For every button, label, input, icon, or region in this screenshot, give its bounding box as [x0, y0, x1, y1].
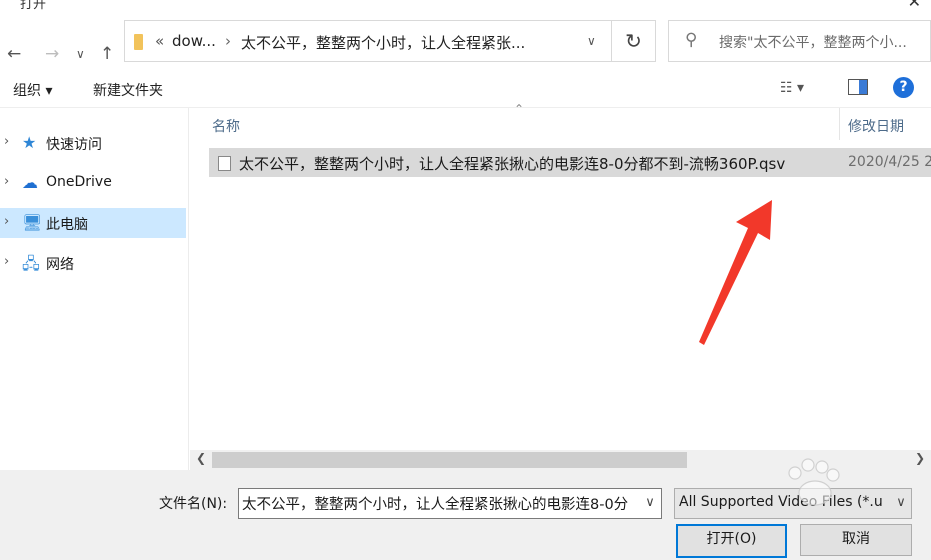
column-header-name[interactable]: 名称: [212, 116, 240, 136]
title-bar: 打开 ✕: [0, 0, 931, 12]
cloud-icon: ☁: [22, 173, 38, 192]
chevron-right-icon[interactable]: ›: [4, 214, 9, 229]
filename-label: 文件名(N):: [159, 496, 228, 512]
breadcrumb-current-folder[interactable]: 太不公平，整整两个小时，让人全程紧张...: [241, 32, 525, 53]
address-bar[interactable]: « dow... › 太不公平，整整两个小时，让人全程紧张... ∨: [124, 20, 612, 62]
file-name[interactable]: 太不公平，整整两个小时，让人全程紧张揪心的电影连8-0分都不到-流畅360P.q…: [239, 153, 785, 174]
close-icon[interactable]: ✕: [908, 0, 921, 11]
sidebar-item-label: 网络: [46, 257, 74, 273]
breadcrumb-separator[interactable]: ›: [225, 32, 231, 50]
network-icon: 🖧: [22, 254, 40, 273]
sidebar-item-onedrive[interactable]: › ☁ OneDrive: [0, 168, 186, 198]
folder-icon: [134, 34, 143, 50]
search-icon: ⚲: [685, 30, 698, 50]
scrollbar-thumb[interactable]: [212, 452, 687, 468]
file-row[interactable]: 太不公平，整整两个小时，让人全程紧张揪心的电影连8-0分都不到-流畅360P.q…: [209, 148, 931, 177]
organize-menu[interactable]: 组织 ▾: [13, 80, 52, 100]
filename-field[interactable]: 太不公平，整整两个小时，让人全程紧张揪心的电影连8-0分 ∨: [238, 488, 662, 519]
preview-pane-icon[interactable]: [848, 79, 868, 95]
sort-ascending-icon: ⌃: [514, 102, 525, 116]
scroll-left-icon[interactable]: ❮: [196, 451, 206, 465]
file-list: ⌃ 名称 修改日期 太不公平，整整两个小时，让人全程紧张揪心的电影连8-0分都不…: [190, 102, 931, 470]
address-overflow[interactable]: «: [155, 32, 164, 50]
up-arrow-icon[interactable]: ↑: [100, 44, 114, 64]
chevron-down-icon[interactable]: ∨: [76, 47, 85, 61]
sidebar-item-network[interactable]: › 🖧 网络: [0, 248, 186, 278]
address-dropdown-icon[interactable]: ∨: [587, 34, 596, 48]
watermark-logo: [788, 458, 840, 506]
chevron-right-icon[interactable]: ›: [4, 174, 9, 189]
filename-value[interactable]: 太不公平，整整两个小时，让人全程紧张揪心的电影连8-0分: [242, 493, 628, 514]
back-arrow-icon[interactable]: ←: [7, 44, 21, 64]
arrow-shape: [699, 200, 772, 345]
chevron-right-icon[interactable]: ›: [4, 134, 9, 149]
sidebar-item-quick-access[interactable]: › ★ 快速访问: [0, 128, 186, 158]
window-title: 打开: [20, 0, 47, 12]
sidebar-item-label: 此电脑: [46, 217, 88, 233]
search-input[interactable]: 搜索"太不公平，整整两个小...: [719, 32, 907, 52]
video-file-icon: [218, 156, 231, 171]
column-header-date[interactable]: 修改日期: [848, 116, 904, 136]
navigation-pane: › ★ 快速访问 › ☁ OneDrive › 🖥 此电脑 › 🖧 网络: [0, 108, 189, 470]
new-folder-button[interactable]: 新建文件夹: [93, 80, 163, 100]
forward-arrow-icon[interactable]: →: [45, 44, 59, 64]
annotation-arrow: [699, 200, 772, 345]
sidebar-item-label: OneDrive: [46, 174, 112, 190]
help-icon[interactable]: ?: [893, 77, 914, 98]
chevron-right-icon[interactable]: ›: [4, 254, 9, 269]
refresh-icon[interactable]: ↻: [612, 20, 656, 62]
column-divider[interactable]: [839, 108, 840, 140]
view-options-icon[interactable]: ☷ ▾: [780, 80, 804, 96]
search-box[interactable]: ⚲ 搜索"太不公平，整整两个小...: [668, 20, 931, 62]
computer-icon: 🖥: [22, 213, 43, 232]
sidebar-item-this-pc[interactable]: › 🖥 此电脑: [0, 208, 186, 238]
chevron-down-icon[interactable]: ∨: [639, 489, 661, 516]
sidebar-item-label: 快速访问: [46, 137, 102, 153]
file-date: 2020/4/25 2: [848, 154, 931, 170]
star-icon: ★: [22, 133, 37, 152]
command-toolbar: 组织 ▾ 新建文件夹 ☷ ▾ ?: [0, 72, 931, 108]
breadcrumb-downloads[interactable]: dow...: [172, 32, 216, 50]
